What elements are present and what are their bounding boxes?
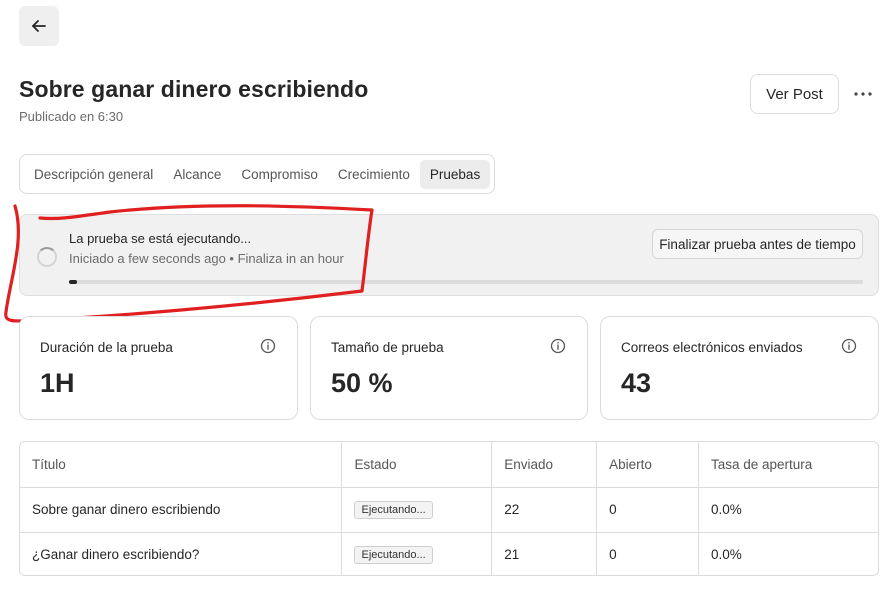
publish-time: Publicado en 6:30 — [19, 109, 124, 124]
tab-overview[interactable]: Descripción general — [24, 160, 163, 189]
row-sent: 22 — [491, 487, 598, 533]
column-header-status[interactable]: Estado — [341, 442, 493, 488]
tab-tests[interactable]: Pruebas — [419, 159, 491, 189]
stat-card-test-size: Tamaño de prueba 50 % — [310, 316, 588, 420]
page-title: Sobre ganar dinero escribiendo — [19, 76, 369, 102]
test-progress-fill — [69, 280, 77, 284]
row-open-rate: 0.0% — [710, 547, 742, 563]
stat-label: Correos electrónicos enviados — [621, 340, 803, 355]
view-post-button[interactable]: Ver Post — [750, 74, 839, 114]
tab-engagement[interactable]: Compromiso — [231, 160, 328, 189]
table-header-row: Título Estado Enviado Abierto Tasa de ap… — [20, 442, 878, 488]
table-row[interactable]: Sobre ganar dinero escribiendo Ejecutand… — [20, 487, 878, 533]
spinner-icon — [37, 247, 57, 267]
stat-value: 43 — [621, 368, 652, 398]
run-status-title: La prueba se está ejecutando... — [69, 231, 252, 246]
column-header-title[interactable]: Título — [20, 442, 343, 488]
stat-label: Tamaño de prueba — [331, 340, 444, 355]
status-badge: Ejecutando... — [354, 500, 433, 519]
back-button[interactable] — [19, 6, 59, 46]
results-table: Título Estado Enviado Abierto Tasa de ap… — [19, 441, 879, 576]
column-header-open-rate[interactable]: Tasa de apertura — [698, 442, 878, 488]
tab-bar: Descripción general Alcance Compromiso C… — [19, 154, 496, 194]
row-open-rate: 0.0% — [698, 487, 878, 533]
info-icon[interactable] — [841, 338, 857, 354]
row-status-cell: Ejecutando... — [341, 487, 493, 533]
row-status-cell: Ejecutando... — [341, 532, 493, 575]
ellipsis-icon — [854, 92, 872, 96]
stat-card-duration: Duración de la prueba 1H — [19, 316, 298, 420]
row-title: ¿Ganar dinero escribiendo? — [20, 532, 343, 575]
row-title: Sobre ganar dinero escribiendo — [20, 487, 343, 533]
status-badge: Ejecutando... — [354, 545, 433, 564]
stat-label: Duración de la prueba — [40, 340, 173, 355]
stat-value: 1H — [40, 368, 75, 398]
column-header-sent[interactable]: Enviado — [491, 442, 598, 488]
row-opened: 0 — [596, 532, 699, 575]
test-running-banner: La prueba se está ejecutando... Iniciado… — [19, 214, 879, 296]
info-icon[interactable] — [260, 338, 276, 354]
tab-reach[interactable]: Alcance — [163, 160, 231, 189]
row-sent: 21 — [491, 532, 598, 575]
column-header-opened[interactable]: Abierto — [596, 442, 699, 488]
stat-value: 50 % — [331, 368, 393, 398]
run-status-meta: Iniciado a few seconds ago • Finaliza in… — [69, 251, 344, 266]
row-opened: 0 — [596, 487, 699, 533]
stat-card-emails-sent: Correos electrónicos enviados 43 — [600, 316, 879, 420]
test-progress-bar — [69, 280, 863, 284]
arrow-left-icon — [32, 20, 46, 32]
more-options-button[interactable] — [850, 82, 876, 106]
tab-growth[interactable]: Crecimiento — [328, 160, 420, 189]
info-icon[interactable] — [550, 338, 566, 354]
table-row[interactable]: ¿Ganar dinero escribiendo? Ejecutando...… — [20, 532, 878, 575]
end-test-early-button[interactable]: Finalizar prueba antes de tiempo — [652, 229, 863, 259]
